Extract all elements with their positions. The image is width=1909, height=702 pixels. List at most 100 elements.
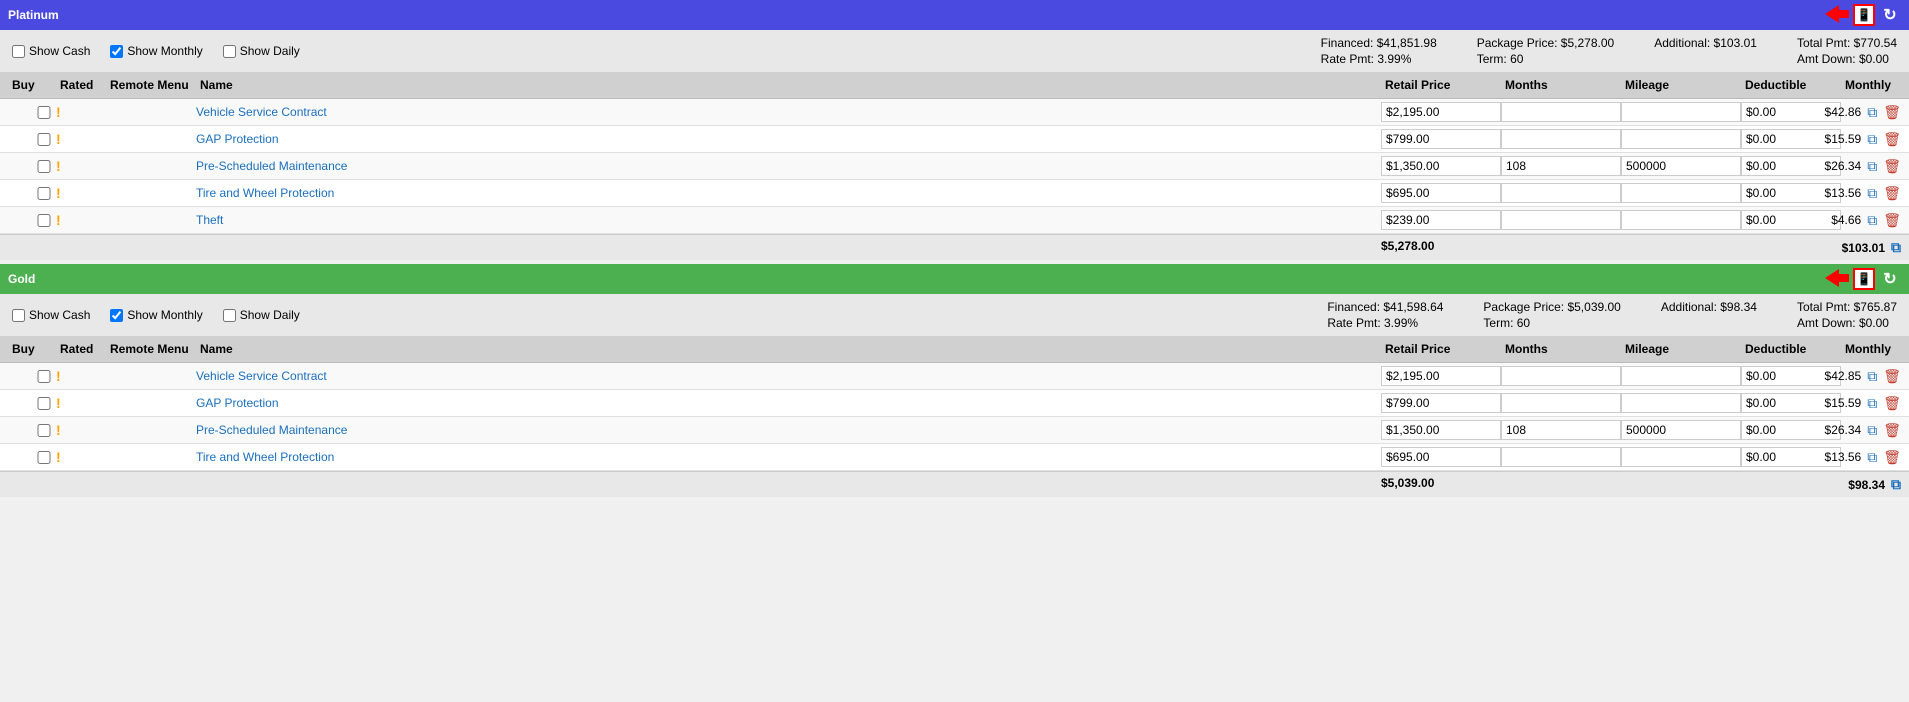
delete-icon-gold-2[interactable]: 🗑	[1883, 422, 1901, 439]
show-daily-checkbox-platinum[interactable]	[223, 45, 236, 58]
warn-icon-gold-2: !	[56, 422, 106, 438]
phone-icon-gold[interactable]: 📱	[1853, 268, 1875, 290]
col-months-platinum: Months	[1501, 76, 1621, 94]
controls-bar-platinum: Show Cash Show Monthly Show DailyFinance…	[0, 30, 1909, 72]
col-name-gold: Name	[196, 340, 1381, 358]
delete-icon-gold-3[interactable]: 🗑	[1883, 449, 1901, 466]
col-deductible-platinum: Deductible	[1741, 76, 1841, 94]
retail-price-input-platinum-2[interactable]	[1381, 156, 1501, 176]
months-input-platinum-2[interactable]	[1501, 156, 1621, 176]
retail-price-input-platinum-3[interactable]	[1381, 183, 1501, 203]
show-monthly-label-gold[interactable]: Show Monthly	[110, 308, 202, 322]
table-header-platinum: Buy Rated Remote Menu Name Retail Price …	[0, 72, 1909, 99]
phone-icon-platinum[interactable]: 📱	[1853, 4, 1875, 26]
months-input-platinum-3[interactable]	[1501, 183, 1621, 203]
product-name-platinum-0[interactable]: Vehicle Service Contract	[196, 105, 1381, 119]
copy-icon-platinum-2[interactable]: ⧉	[1867, 158, 1877, 175]
buy-checkbox-platinum-3[interactable]	[32, 187, 56, 200]
total-retail-platinum: $5,278.00	[1381, 239, 1501, 256]
retail-price-input-gold-1[interactable]	[1381, 393, 1501, 413]
mileage-input-platinum-0[interactable]	[1621, 102, 1741, 122]
product-name-gold-0[interactable]: Vehicle Service Contract	[196, 369, 1381, 383]
months-input-platinum-1[interactable]	[1501, 129, 1621, 149]
total-copy-icon-gold[interactable]: ⧉	[1891, 476, 1901, 493]
table-row-platinum-0: ! Vehicle Service Contract $42.86 ⧉ 🗑	[0, 99, 1909, 126]
retail-price-input-platinum-0[interactable]	[1381, 102, 1501, 122]
product-name-platinum-2[interactable]: Pre-Scheduled Maintenance	[196, 159, 1381, 173]
copy-icon-platinum-4[interactable]: ⧉	[1867, 212, 1877, 229]
copy-icon-platinum-0[interactable]: ⧉	[1867, 104, 1877, 121]
buy-checkbox-gold-3[interactable]	[32, 451, 56, 464]
show-cash-checkbox-platinum[interactable]	[12, 45, 25, 58]
mileage-input-platinum-3[interactable]	[1621, 183, 1741, 203]
show-cash-label-gold[interactable]: Show Cash	[12, 308, 90, 322]
months-input-platinum-0[interactable]	[1501, 102, 1621, 122]
mileage-input-platinum-1[interactable]	[1621, 129, 1741, 149]
buy-checkbox-platinum-1[interactable]	[32, 133, 56, 146]
buy-checkbox-gold-1[interactable]	[32, 397, 56, 410]
mileage-input-gold-1[interactable]	[1621, 393, 1741, 413]
months-input-gold-0[interactable]	[1501, 366, 1621, 386]
warn-icon-platinum-4: !	[56, 212, 106, 228]
product-name-gold-2[interactable]: Pre-Scheduled Maintenance	[196, 423, 1381, 437]
buy-checkbox-platinum-2[interactable]	[32, 160, 56, 173]
show-monthly-checkbox-gold[interactable]	[110, 309, 123, 322]
buy-checkbox-gold-0[interactable]	[32, 370, 56, 383]
mileage-input-platinum-2[interactable]	[1621, 156, 1741, 176]
retail-price-input-gold-0[interactable]	[1381, 366, 1501, 386]
deductible-input-platinum-4[interactable]	[1741, 210, 1841, 230]
mileage-input-platinum-4[interactable]	[1621, 210, 1741, 230]
delete-icon-platinum-1[interactable]: 🗑	[1883, 131, 1901, 148]
show-daily-label-gold[interactable]: Show Daily	[223, 308, 300, 322]
copy-icon-platinum-1[interactable]: ⧉	[1867, 131, 1877, 148]
section-platinum: Platinum 📱↻ Show Cash Show Monthly Show D…	[0, 0, 1909, 260]
delete-icon-platinum-0[interactable]: 🗑	[1883, 104, 1901, 121]
buy-checkbox-gold-2[interactable]	[32, 424, 56, 437]
copy-icon-gold-1[interactable]: ⧉	[1867, 395, 1877, 412]
refresh-icon-gold[interactable]: ↻	[1879, 268, 1901, 290]
product-name-gold-3[interactable]: Tire and Wheel Protection	[196, 450, 1381, 464]
months-input-gold-3[interactable]	[1501, 447, 1621, 467]
buy-checkbox-platinum-0[interactable]	[32, 106, 56, 119]
delete-icon-gold-0[interactable]: 🗑	[1883, 368, 1901, 385]
product-name-gold-1[interactable]: GAP Protection	[196, 396, 1381, 410]
retail-price-input-gold-3[interactable]	[1381, 447, 1501, 467]
warn-icon-gold-0: !	[56, 368, 106, 384]
copy-icon-gold-2[interactable]: ⧉	[1867, 422, 1877, 439]
col-buy-gold: Buy	[8, 340, 32, 358]
show-monthly-checkbox-platinum[interactable]	[110, 45, 123, 58]
months-input-gold-2[interactable]	[1501, 420, 1621, 440]
total-copy-icon-platinum[interactable]: ⧉	[1891, 239, 1901, 256]
delete-icon-platinum-2[interactable]: 🗑	[1883, 158, 1901, 175]
show-monthly-label-platinum[interactable]: Show Monthly	[110, 44, 202, 58]
refresh-icon-platinum[interactable]: ↻	[1879, 4, 1901, 26]
delete-icon-platinum-3[interactable]: 🗑	[1883, 185, 1901, 202]
copy-icon-platinum-3[interactable]: ⧉	[1867, 185, 1877, 202]
product-name-platinum-4[interactable]: Theft	[196, 213, 1381, 227]
section-title-platinum: Platinum	[8, 8, 59, 22]
retail-price-input-platinum-4[interactable]	[1381, 210, 1501, 230]
product-name-platinum-1[interactable]: GAP Protection	[196, 132, 1381, 146]
show-cash-checkbox-gold[interactable]	[12, 309, 25, 322]
mileage-input-gold-2[interactable]	[1621, 420, 1741, 440]
copy-icon-gold-3[interactable]: ⧉	[1867, 449, 1877, 466]
total-monthly-platinum: $103.01	[1842, 241, 1885, 255]
col-months-gold: Months	[1501, 340, 1621, 358]
amt-down-gold: Amt Down: $0.00	[1797, 316, 1897, 330]
mileage-input-gold-0[interactable]	[1621, 366, 1741, 386]
buy-checkbox-platinum-4[interactable]	[32, 214, 56, 227]
show-cash-label-platinum[interactable]: Show Cash	[12, 44, 90, 58]
table-row-gold-1: ! GAP Protection $15.59 ⧉ 🗑	[0, 390, 1909, 417]
show-daily-checkbox-gold[interactable]	[223, 309, 236, 322]
months-input-platinum-4[interactable]	[1501, 210, 1621, 230]
delete-icon-platinum-4[interactable]: 🗑	[1883, 212, 1901, 229]
show-daily-label-platinum[interactable]: Show Daily	[223, 44, 300, 58]
retail-price-input-gold-2[interactable]	[1381, 420, 1501, 440]
copy-icon-gold-0[interactable]: ⧉	[1867, 368, 1877, 385]
mileage-input-gold-3[interactable]	[1621, 447, 1741, 467]
months-input-gold-1[interactable]	[1501, 393, 1621, 413]
delete-icon-gold-1[interactable]: 🗑	[1883, 395, 1901, 412]
retail-price-input-platinum-1[interactable]	[1381, 129, 1501, 149]
product-name-platinum-3[interactable]: Tire and Wheel Protection	[196, 186, 1381, 200]
section-gold: Gold📱↻ Show Cash Show Monthly Show Daily…	[0, 264, 1909, 497]
